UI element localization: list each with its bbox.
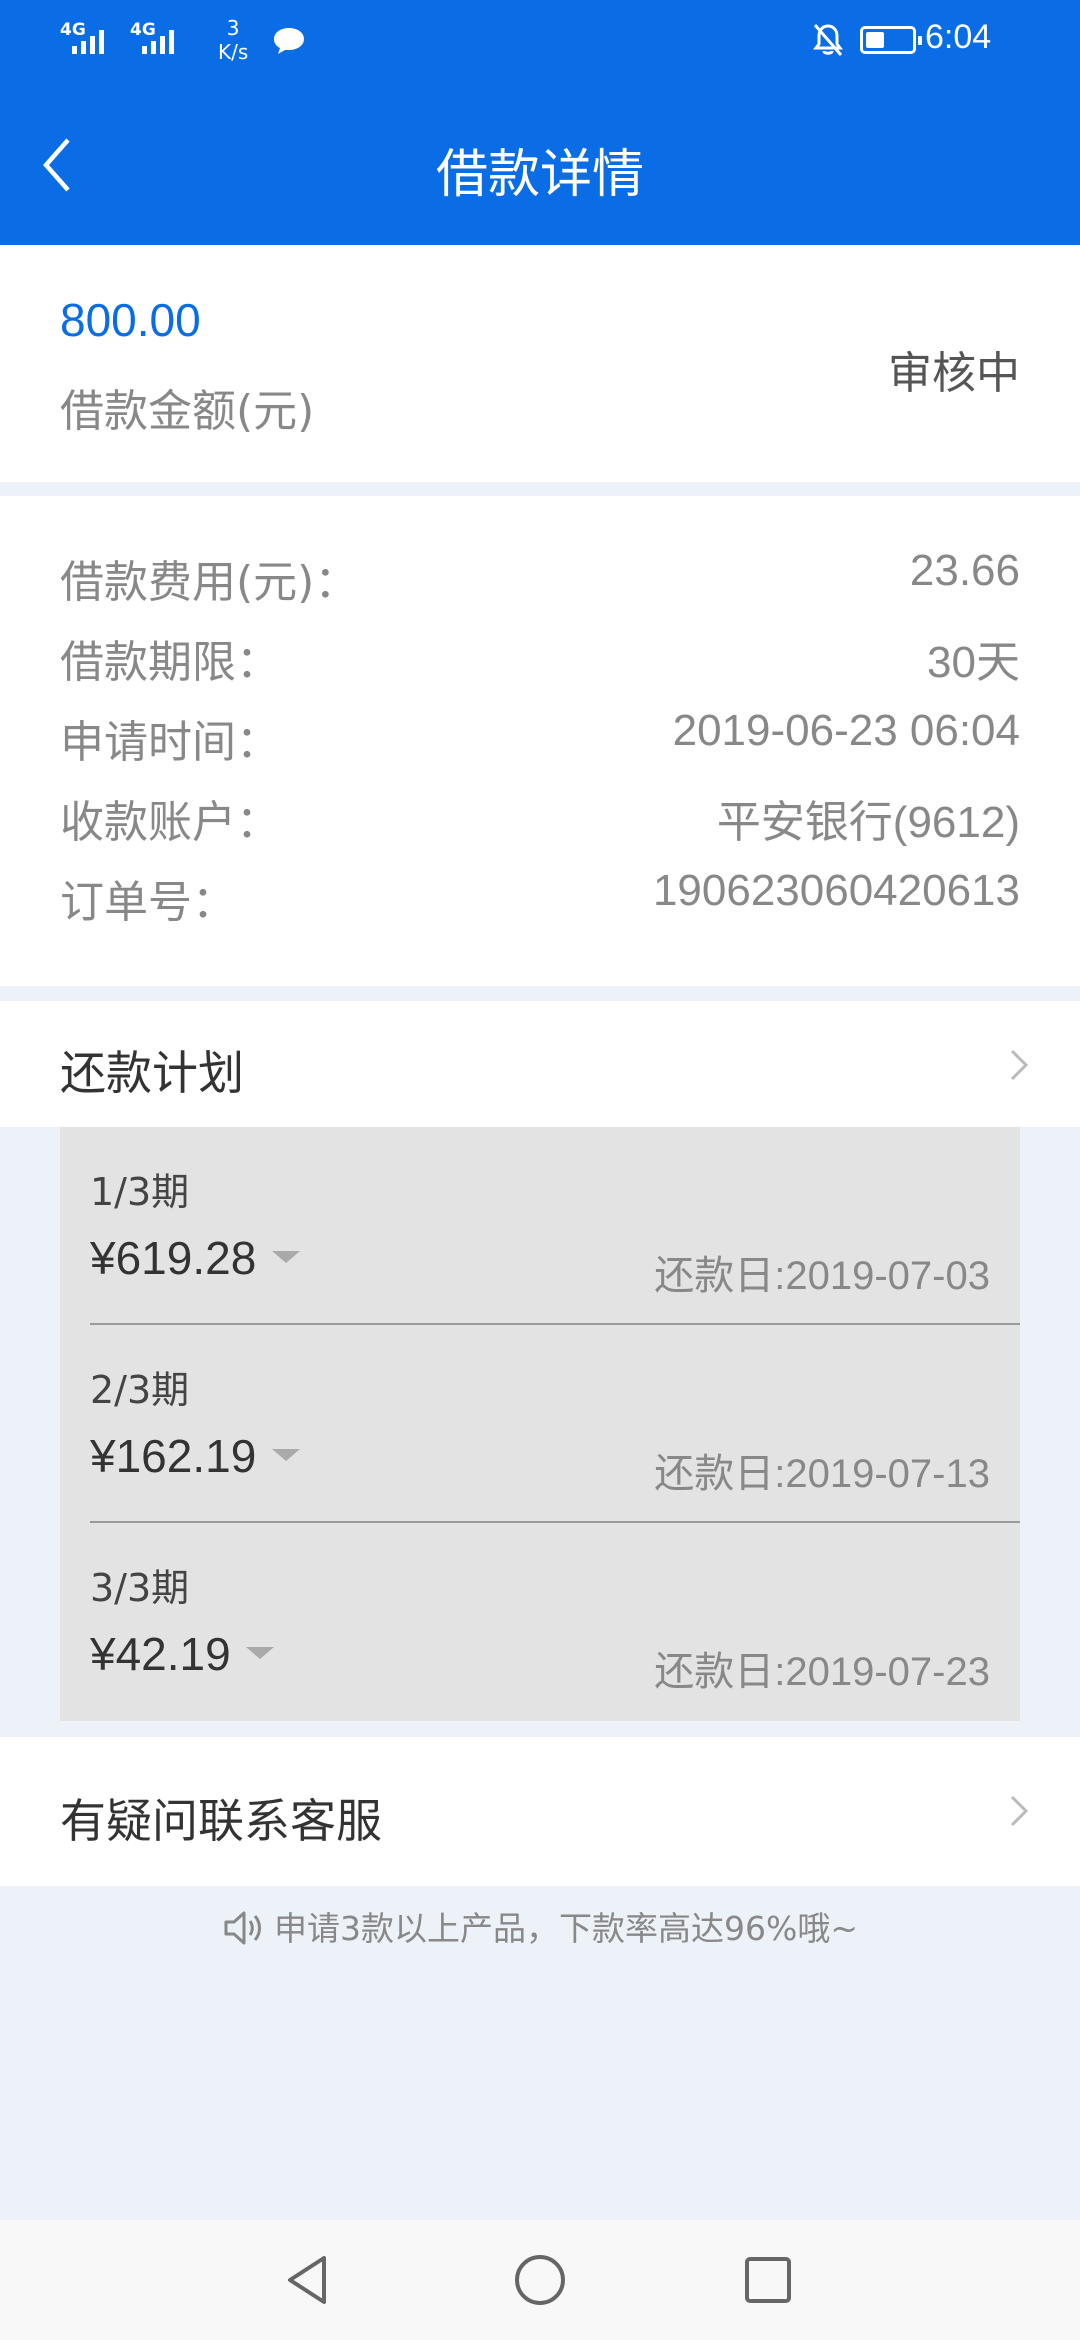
installment-item[interactable]: 1/3期 ¥619.28 还款日:2019-07-03 [90, 1127, 1020, 1325]
clock: 6:04 [925, 18, 992, 56]
detail-label: 收款账户： [60, 797, 280, 848]
installment-list: 1/3期 ¥619.28 还款日:2019-07-03 2/3期 ¥162.19… [60, 1127, 1020, 1721]
installment-period: 2/3期 [90, 1368, 190, 1412]
signal-bars-1-icon [72, 28, 104, 54]
detail-label: 借款费用(元)： [60, 557, 359, 608]
mute-bell-icon [813, 24, 843, 56]
status-bar: 4G 4G 3 K/s 6:04 [0, 0, 1080, 80]
nav-home-icon[interactable] [510, 2250, 570, 2310]
caret-down-icon[interactable] [272, 1449, 300, 1461]
installment-amount: ¥162.19 [90, 1430, 257, 1482]
loan-amount-label: 借款金额(元) [60, 386, 315, 437]
contact-support-label: 有疑问联系客服 [60, 1794, 382, 1848]
installment-item[interactable]: 3/3期 ¥42.19 还款日:2019-07-23 [90, 1523, 1020, 1721]
detail-row-order-number: 订单号： 190623060420613 [60, 866, 1020, 928]
detail-row-apply-time: 申请时间： 2019-06-23 06:04 [60, 706, 1020, 768]
detail-row-account: 收款账户： 平安银行(9612) [60, 786, 1020, 848]
message-icon [274, 28, 304, 54]
nav-back-icon[interactable] [278, 2250, 338, 2310]
detail-row-term: 借款期限： 30天 [60, 626, 1020, 688]
detail-label: 订单号： [60, 877, 236, 928]
promo-notice-text: 申请3款以上产品，下款率高达96%哦~ [274, 1909, 858, 1948]
installment-amount: ¥42.19 [90, 1628, 231, 1680]
installment-period: 3/3期 [90, 1566, 190, 1610]
network-speed: 3 K/s [218, 16, 248, 64]
detail-value: 23.66 [909, 546, 1020, 595]
caret-down-icon[interactable] [272, 1251, 300, 1263]
chevron-right-icon [1010, 1049, 1029, 1081]
status-badge: 审核中 [888, 348, 1020, 399]
speaker-icon [224, 1911, 261, 1944]
detail-value: 30天 [927, 638, 1020, 687]
installment-due-date: 还款日:2019-07-23 [654, 1650, 990, 1694]
network-speed-unit: K/s [218, 40, 249, 64]
detail-value: 平安银行(9612) [716, 798, 1020, 847]
loan-amount: 800.00 [60, 294, 201, 346]
detail-value: 2019-06-23 06:04 [672, 706, 1020, 755]
detail-value: 190623060420613 [652, 866, 1020, 915]
signal-bars-2-icon [142, 28, 174, 54]
contact-support-row[interactable]: 有疑问联系客服 [0, 1737, 1080, 1886]
chevron-right-icon [1010, 1795, 1029, 1827]
loan-details-card: 借款费用(元)： 23.66 借款期限： 30天 申请时间： 2019-06-2… [0, 496, 1080, 986]
installment-period: 1/3期 [90, 1170, 190, 1214]
loan-summary-card: 800.00 借款金额(元) 审核中 [0, 245, 1080, 482]
repayment-plan-row[interactable]: 还款计划 [0, 1001, 1080, 1127]
repayment-plan-title: 还款计划 [60, 1046, 244, 1100]
battery-icon [860, 26, 922, 54]
navigation-bar [0, 2220, 1080, 2340]
nav-recents-icon[interactable] [738, 2250, 798, 2310]
detail-row-fee: 借款费用(元)： 23.66 [60, 546, 1020, 608]
promo-notice: 申请3款以上产品，下款率高达96%哦~ [0, 1902, 1080, 1950]
installment-item[interactable]: 2/3期 ¥162.19 还款日:2019-07-13 [90, 1325, 1020, 1523]
network-speed-value: 3 [226, 16, 240, 40]
installment-amount: ¥619.28 [90, 1232, 257, 1284]
installment-due-date: 还款日:2019-07-03 [654, 1254, 990, 1298]
app-header: 4G 4G 3 K/s 6:04 借款详情 [0, 0, 1080, 245]
detail-label: 申请时间： [60, 717, 280, 768]
page-title: 借款详情 [435, 145, 644, 205]
caret-down-icon[interactable] [246, 1647, 274, 1659]
installment-due-date: 还款日:2019-07-13 [654, 1452, 990, 1496]
detail-label: 借款期限： [60, 637, 280, 688]
